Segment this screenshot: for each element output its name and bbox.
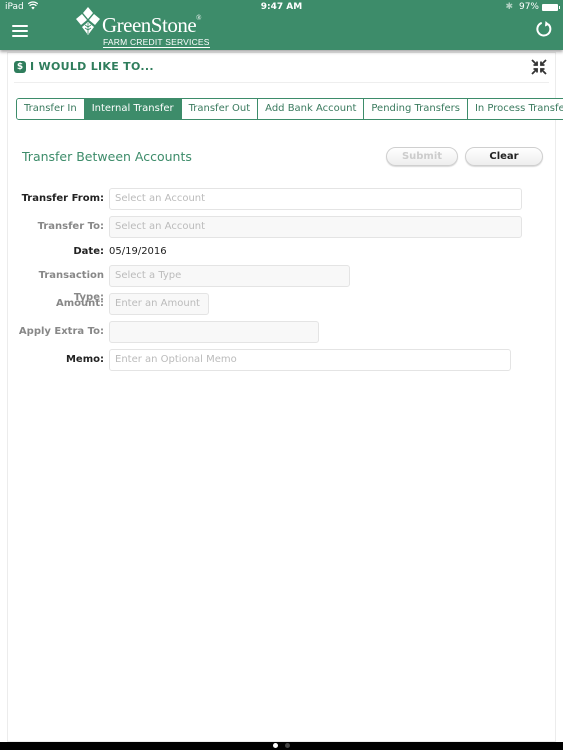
page-dot-active[interactable]: [273, 743, 278, 748]
form-title: Transfer Between Accounts: [22, 149, 192, 164]
amount-row: Amount: Enter an Amount: [8, 293, 557, 315]
apply-extra-label: Apply Extra To:: [18, 326, 104, 337]
battery-percent: 97%: [518, 2, 539, 12]
transfer-to-select[interactable]: Select an Account: [109, 216, 522, 238]
app-header: iPad 9:47 AM ✱ 97% GreenStone® FARM CRED…: [0, 0, 563, 50]
brand-text: GreenStone: [102, 13, 197, 37]
apply-extra-select[interactable]: [109, 321, 319, 343]
transaction-type-row: Transaction Type: Select a Type: [8, 265, 557, 303]
tab-pending-transfers[interactable]: Pending Transfers: [364, 99, 468, 119]
tab-in-process-transfers[interactable]: In Process Transfers: [467, 99, 563, 119]
tab-transfer-out[interactable]: Transfer Out: [181, 99, 259, 119]
memo-label: Memo:: [65, 354, 104, 365]
tab-add-bank-account[interactable]: Add Bank Account: [258, 99, 365, 119]
memo-row: Memo: Enter an Optional Memo: [8, 349, 557, 371]
date-row: Date: 05/19/2016: [8, 241, 557, 263]
clear-button[interactable]: Clear: [465, 147, 543, 166]
page-indicator-bar: [0, 742, 563, 750]
tab-internal-transfer[interactable]: Internal Transfer: [84, 99, 182, 119]
registered-mark: ®: [196, 14, 201, 22]
hamburger-icon-line: [12, 30, 28, 32]
page-dot-inactive[interactable]: [285, 743, 290, 748]
greenstone-logo: GreenStone® FARM CREDIT SERVICES: [72, 3, 217, 48]
apply-extra-row: Apply Extra To:: [8, 321, 557, 343]
tab-transfer-in[interactable]: Transfer In: [17, 99, 85, 119]
refresh-icon: [536, 21, 552, 37]
refresh-button[interactable]: [535, 20, 553, 38]
amount-input[interactable]: Enter an Amount: [109, 293, 209, 315]
bluetooth-icon: ✱: [505, 2, 513, 12]
transfer-to-label: Transfer To:: [37, 221, 104, 232]
transfer-from-select[interactable]: Select an Account: [109, 188, 522, 210]
panel-title: I WOULD LIKE TO...: [30, 60, 154, 73]
transaction-type-select[interactable]: Select a Type: [109, 265, 350, 287]
transfer-to-row: Transfer To: Select an Account: [8, 216, 557, 238]
panel-header: $ I WOULD LIKE TO...: [14, 59, 549, 83]
transfer-from-label: Transfer From:: [21, 193, 104, 204]
leaf-logo-icon: [76, 7, 100, 35]
amount-label: Amount:: [55, 298, 104, 309]
battery-icon: [542, 4, 560, 11]
date-label: Date:: [73, 246, 104, 257]
memo-input[interactable]: Enter an Optional Memo: [109, 349, 511, 371]
hamburger-icon: [12, 25, 28, 27]
submit-button[interactable]: Submit: [386, 147, 458, 166]
collapse-icon: [531, 59, 547, 75]
transfer-panel: $ I WOULD LIKE TO... Transfer In Interna…: [7, 52, 563, 742]
hamburger-icon-line: [12, 35, 28, 37]
dollar-icon: $: [14, 61, 26, 73]
date-value: 05/19/2016: [109, 246, 167, 257]
menu-button[interactable]: [12, 25, 28, 38]
transfer-from-row: Transfer From: Select an Account: [8, 188, 557, 210]
brand-subtitle: FARM CREDIT SERVICES: [103, 37, 210, 48]
collapse-button[interactable]: [531, 59, 547, 75]
brand-name: GreenStone®: [102, 15, 201, 36]
transfer-tabs: Transfer In Internal Transfer Transfer O…: [16, 98, 563, 120]
